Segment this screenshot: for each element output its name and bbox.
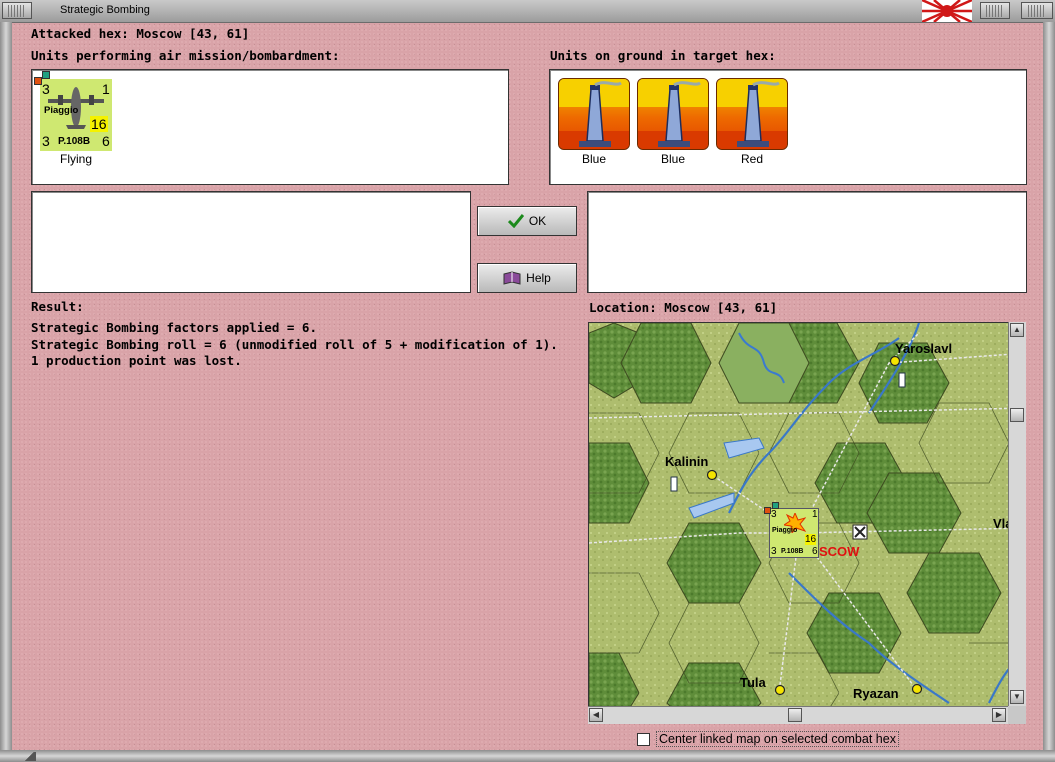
counter-bottom-right: 6 [102,133,110,149]
scroll-left-button[interactable]: ◀ [589,708,603,722]
ground-units-panel: Blue Blue Red [549,69,1027,185]
right-frame [1043,22,1055,750]
scroll-thumb[interactable] [788,708,802,722]
ok-button[interactable]: OK [477,206,577,236]
counter-bottom-right: 6 [812,546,818,557]
scroll-down-button[interactable]: ▼ [1010,690,1024,704]
result-line: Strategic Bombing roll = 6 (unmodified r… [31,337,558,352]
help-button-label: Help [526,271,551,285]
scroll-up-button[interactable]: ▲ [1010,323,1024,337]
map-city-label: SCOW [819,544,860,559]
result-line: 1 production point was lost. [31,353,242,368]
map-unit-counter[interactable]: 3 1 Piaggio 16 3 P.108B 6 [764,502,819,558]
counter-type: P.108B [781,548,804,555]
japan-flag-icon [922,0,972,22]
counter-top-left: 3 [42,81,50,97]
help-book-icon [503,271,521,285]
map-city-label: Tula [740,675,766,690]
location-label: Location: Moscow [43, 61] [589,300,778,315]
help-button[interactable]: Help [477,263,577,293]
scroll-corner [1008,706,1026,724]
counter-type: P.108B [58,136,91,147]
ground-units-label: Units on ground in target hex: [550,48,776,63]
counter-bottom-left: 3 [771,546,777,557]
result-line: Strategic Bombing factors applied = 6. [31,320,317,335]
factory-icon [638,79,708,149]
left-frame [0,22,12,750]
center-map-checkbox-row[interactable]: Center linked map on selected combat hex [637,731,899,747]
counter-bottom-left: 3 [42,133,50,149]
bottom-frame [0,750,1055,762]
ground-unit-tile[interactable] [716,78,788,150]
air-unit-counter[interactable]: 3 1 Piaggio 16 3 P.108B 6 [34,71,112,151]
counter-range: 16 [90,116,108,132]
map-horizontal-scrollbar[interactable]: ◀ ▶ [588,706,1008,724]
counter-top-left: 3 [771,509,777,520]
map-city-label: Yaroslavl [895,341,953,356]
status-marker-icon [764,507,771,514]
map-vertical-scrollbar[interactable]: ▲ ▼ [1008,322,1026,706]
ground-unit-label: Blue [660,152,686,166]
result-label: Result: [31,299,84,314]
ground-unit-tile[interactable] [637,78,709,150]
system-menu-button[interactable] [2,2,32,19]
right-details-panel [587,191,1027,293]
center-map-checkbox-label[interactable]: Center linked map on selected combat hex [656,731,899,747]
scroll-thumb[interactable] [1010,408,1024,422]
grip-icon [8,5,26,17]
ok-button-label: OK [528,214,547,228]
location-map[interactable]: Yaroslavl Kalinin SCOW Vla Tula Ryazan 3… [588,322,1026,724]
attacked-hex-label: Attacked hex: Moscow [43, 61] [31,26,250,41]
grip-icon [1028,5,1046,17]
map-city-label: Kalinin [665,454,709,469]
ground-unit-label: Red [740,152,763,166]
window-title: Strategic Bombing [60,4,150,16]
counter-top-right: 1 [812,509,818,520]
center-map-checkbox[interactable] [637,732,650,746]
scroll-right-button[interactable]: ▶ [992,708,1006,722]
counter-name: Piaggio [44,105,79,116]
counter-top-right: 1 [102,81,110,97]
map-city-label: Ryazan [853,686,899,701]
close-button[interactable] [1021,2,1053,19]
status-marker-icon [772,502,779,509]
factory-icon [559,79,629,149]
grip-icon [986,5,1004,17]
factory-icon [717,79,787,149]
checkmark-icon [507,214,524,228]
counter-range: 16 [805,534,817,545]
counter-name: Piaggio [772,527,798,534]
resize-grip[interactable] [22,752,36,761]
air-unit-status: Flying [59,152,92,166]
strategic-bombing-window: Strategic Bombing Attacked hex: Moscow [… [0,0,1055,762]
left-details-panel [31,191,471,293]
air-units-label: Units performing air mission/bombardment… [31,48,340,63]
ground-unit-tile[interactable] [558,78,630,150]
status-marker-icon [34,77,42,85]
title-bar[interactable]: Strategic Bombing [0,0,1055,23]
status-marker-icon [42,71,50,79]
restore-button[interactable] [980,2,1010,19]
air-units-panel: 3 1 Piaggio 16 3 P.108B 6 Flying [31,69,509,185]
ground-unit-label: Blue [581,152,607,166]
